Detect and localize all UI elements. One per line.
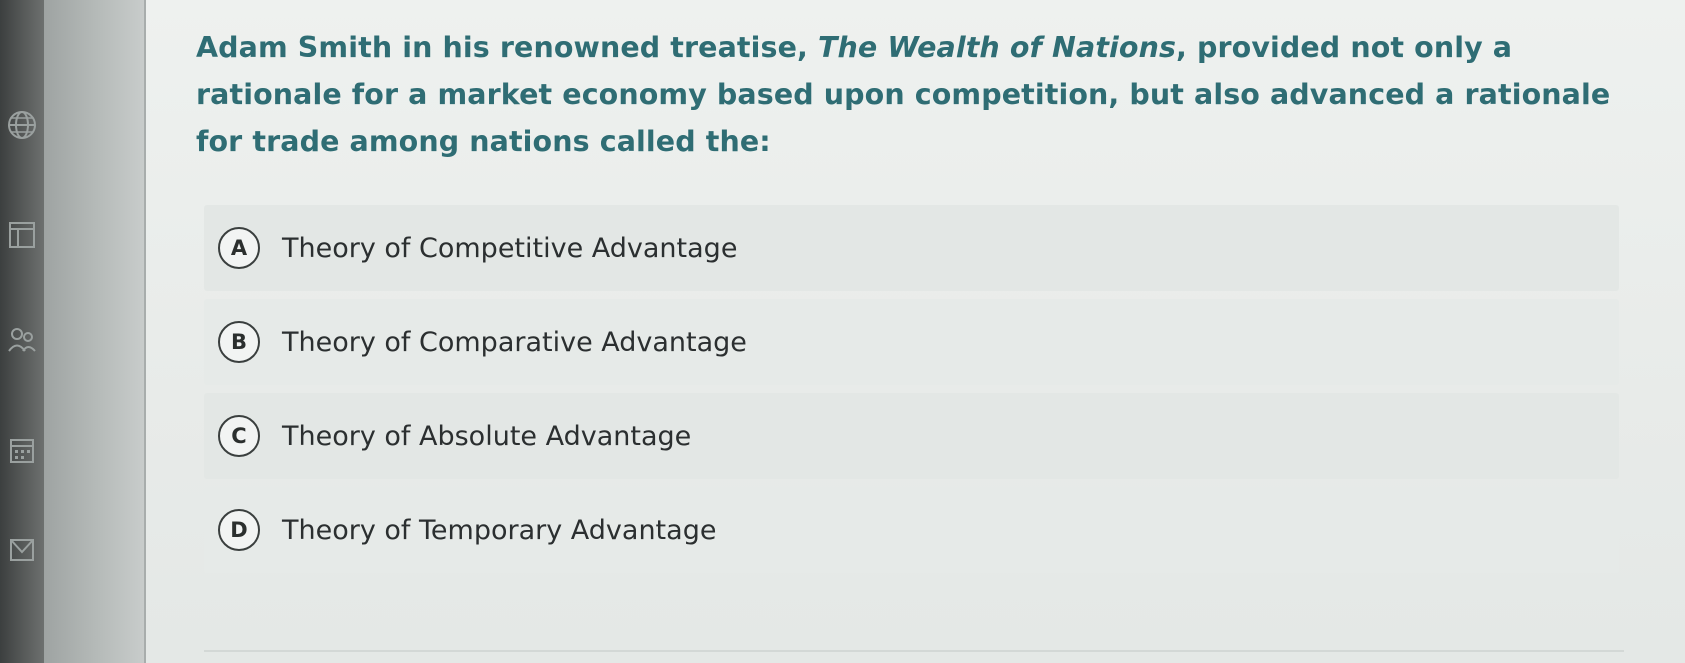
option-a-letter: A	[218, 227, 260, 269]
question-panel: Adam Smith in his renowned treatise, The…	[146, 0, 1685, 663]
question-text-start: Adam Smith in his renowned treatise,	[196, 31, 818, 64]
option-a[interactable]: A Theory of Competitive Advantage	[204, 205, 1619, 291]
globe-icon[interactable]	[0, 105, 44, 145]
divider	[204, 650, 1624, 652]
calendar-icon[interactable]	[0, 430, 44, 470]
left-rail	[0, 0, 44, 663]
option-c[interactable]: C Theory of Absolute Advantage	[204, 393, 1619, 479]
inbox-icon[interactable]	[0, 530, 44, 570]
option-b-letter: B	[218, 321, 260, 363]
book-title: The Wealth of Nations	[817, 31, 1177, 64]
option-a-label: Theory of Competitive Advantage	[282, 232, 738, 264]
option-d-letter: D	[218, 509, 260, 551]
option-b[interactable]: B Theory of Comparative Advantage	[204, 299, 1619, 385]
option-b-label: Theory of Comparative Advantage	[282, 326, 747, 358]
people-icon[interactable]	[0, 320, 44, 360]
left-sidebar	[44, 0, 146, 663]
option-c-letter: C	[218, 415, 260, 457]
layout-icon[interactable]	[0, 215, 44, 255]
question-text: Adam Smith in his renowned treatise, The…	[196, 24, 1616, 165]
option-d[interactable]: D Theory of Temporary Advantage	[204, 487, 1619, 573]
option-c-label: Theory of Absolute Advantage	[282, 420, 692, 452]
option-d-label: Theory of Temporary Advantage	[282, 514, 717, 546]
